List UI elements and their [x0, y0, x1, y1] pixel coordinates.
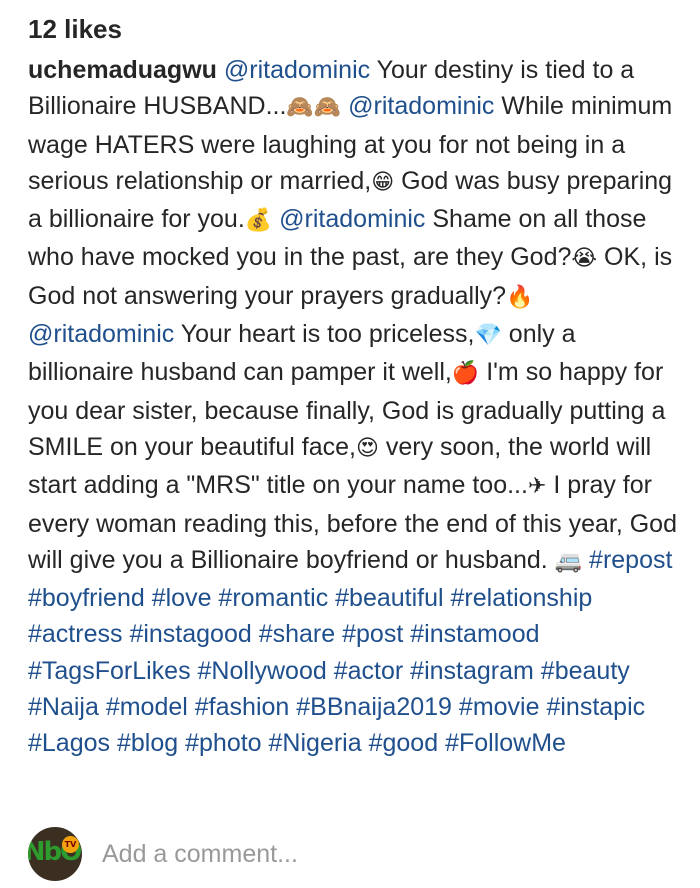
emoji-icon: 🔥 [506, 284, 534, 310]
mention-link[interactable]: @ritadominic [224, 56, 370, 84]
mention-link[interactable]: @ritadominic [28, 320, 174, 348]
hashtag-link[interactable]: #post [342, 620, 403, 648]
author-username[interactable]: uchemaduagwu [28, 56, 217, 84]
emoji-icon: 💰 [244, 208, 273, 234]
caption-text [362, 729, 369, 757]
hashtag-link[interactable]: #good [369, 729, 439, 757]
hashtag-link[interactable]: #actress [28, 620, 122, 648]
avatar[interactable]: NbO TV [28, 827, 82, 881]
hashtag-link[interactable]: #boyfriend [28, 584, 145, 612]
post-caption: uchemaduagwu @ritadominic Your destiny i… [28, 52, 678, 762]
comment-input[interactable] [102, 834, 602, 874]
hashtag-link[interactable]: #instapic [546, 693, 645, 721]
hashtag-link[interactable]: #photo [185, 729, 261, 757]
hashtag-link[interactable]: #share [259, 620, 335, 648]
hashtag-link[interactable]: #love [152, 584, 212, 612]
emoji-icon: 🚐 [554, 548, 583, 574]
hashtag-link[interactable]: #instagood [129, 620, 251, 648]
caption-text [262, 729, 269, 757]
hashtag-link[interactable]: #actor [334, 657, 403, 685]
hashtag-link[interactable]: #TagsForLikes [28, 657, 191, 685]
hashtag-link[interactable]: #repost [589, 546, 672, 574]
emoji-icon: 💎 [474, 323, 502, 349]
caption-text [452, 693, 459, 721]
emoji-icon: 😍 [355, 435, 379, 461]
emoji-icon: ✈ [527, 474, 547, 500]
hashtag-link[interactable]: #blog [117, 729, 178, 757]
caption-text [191, 657, 198, 685]
caption-text [145, 584, 152, 612]
hashtag-link[interactable]: #Nollywood [198, 657, 327, 685]
hashtag-link[interactable]: #relationship [451, 584, 593, 612]
emoji-icon: 😁 [371, 169, 395, 195]
emoji-icon: 😭 [571, 246, 598, 272]
hashtag-link[interactable]: #Naija [28, 693, 99, 721]
emoji-icon: 🙈🙈 [286, 95, 342, 121]
caption-text [444, 584, 451, 612]
caption-text: Your heart is too priceless, [174, 320, 475, 349]
hashtag-link[interactable]: #fashion [195, 693, 290, 721]
hashtag-link[interactable]: #romantic [218, 584, 328, 612]
caption-text [327, 657, 334, 685]
hashtag-link[interactable]: #beauty [541, 657, 630, 685]
instagram-post: 12 likes uchemaduagwu @ritadominic Your … [0, 0, 700, 888]
hashtag-link[interactable]: #Nigeria [269, 729, 362, 757]
likes-count[interactable]: 12 likes [28, 14, 122, 45]
comment-row: NbO TV [28, 826, 678, 882]
hashtag-link[interactable]: #model [106, 693, 188, 721]
hashtag-link[interactable]: #FollowMe [445, 729, 566, 757]
hashtag-link[interactable]: #movie [459, 693, 540, 721]
caption-text [582, 546, 589, 574]
hashtag-link[interactable]: #BBnaija2019 [296, 693, 452, 721]
caption-body: @ritadominic Your destiny is tied to a B… [28, 56, 677, 757]
hashtag-link[interactable]: #Lagos [28, 729, 110, 757]
hashtag-link[interactable]: #instamood [410, 620, 539, 648]
hashtag-link[interactable]: #beautiful [335, 584, 443, 612]
emoji-icon: 🍎 [451, 361, 480, 387]
caption-text [110, 729, 117, 757]
caption-text [252, 620, 259, 648]
caption-text [99, 693, 106, 721]
hashtag-link[interactable]: #instagram [410, 657, 534, 685]
mention-link[interactable]: @ritadominic [348, 92, 494, 120]
avatar-badge: TV [62, 836, 79, 853]
caption-text [534, 657, 541, 685]
caption-text [188, 693, 195, 721]
mention-link[interactable]: @ritadominic [279, 205, 425, 233]
